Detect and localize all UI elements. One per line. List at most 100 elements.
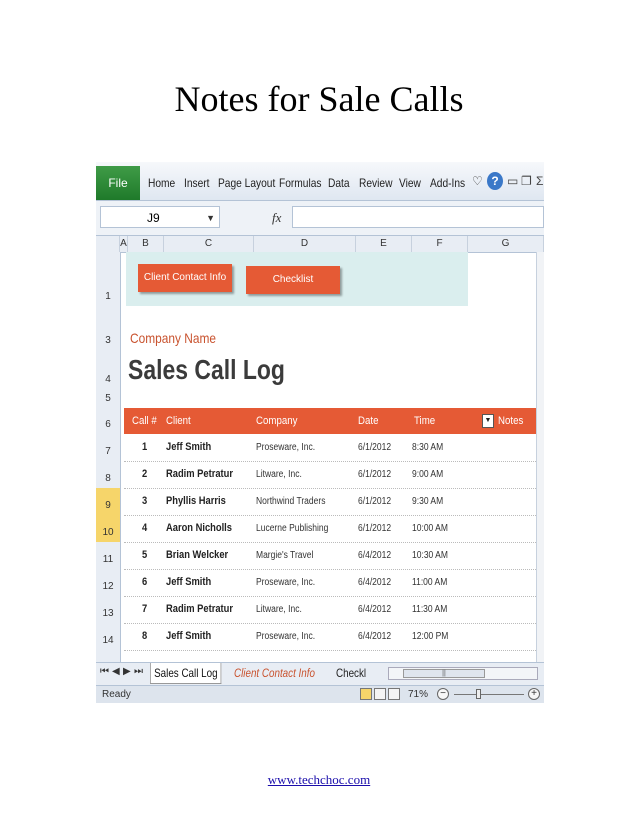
sigma-icon[interactable]: Σ [536,174,543,188]
cell-call[interactable]: 4 [142,515,147,542]
cell-time[interactable]: 11:00 AM [412,569,447,596]
cell-call[interactable]: 6 [142,569,147,596]
sheet-tab-client-contact-info[interactable]: Client Contact Info [234,663,315,683]
cell-call[interactable]: 8 [142,623,147,650]
page-layout-view-icon[interactable] [374,688,386,700]
cell-date[interactable]: 6/4/2012 [358,542,391,569]
select-all-corner[interactable] [96,236,120,252]
cell-call[interactable]: 7 [142,596,147,623]
cell-company[interactable]: Proseware, Inc. [256,623,315,650]
company-name[interactable]: Company Name [130,330,216,346]
tab-view[interactable]: View [399,176,421,190]
next-sheet-icon[interactable]: ▶ [123,666,131,677]
zoom-slider-thumb[interactable] [475,689,481,699]
tab-add-ins[interactable]: Add-Ins [430,176,465,190]
filter-dropdown-icon[interactable]: ▼ [482,414,494,428]
row-header[interactable]: 11 [96,542,120,569]
row-header[interactable]: 12 [96,569,120,596]
row-header-selected[interactable]: 9 [96,488,120,515]
last-sheet-icon[interactable]: ⏭ [134,666,143,677]
fx-icon[interactable]: fx [272,210,281,226]
tab-page-layout[interactable]: Page Layout [218,176,275,190]
footer-link[interactable]: www.techchoc.com [0,772,638,788]
row-header[interactable]: 14 [96,623,120,650]
cell-date[interactable]: 6/4/2012 [358,623,391,650]
tab-insert[interactable]: Insert [184,176,210,190]
cell-company[interactable]: Lucerne Publishing [256,515,328,542]
cell-client[interactable]: Radim Petratur [166,461,233,488]
table-row[interactable]: 6 Jeff Smith Proseware, Inc. 6/4/2012 11… [124,569,540,597]
tab-formulas[interactable]: Formulas [279,176,322,190]
tab-data[interactable]: Data [328,176,350,190]
table-row[interactable]: 4 Aaron Nicholls Lucerne Publishing 6/1/… [124,515,540,543]
table-row[interactable]: 3 Phyllis Harris Northwind Traders 6/1/2… [124,488,540,516]
cell-time[interactable]: 11:30 AM [412,596,447,623]
scroll-thumb[interactable]: || [403,669,485,678]
sheet-tab-sales-call-log[interactable]: Sales Call Log [150,663,222,684]
cell-company[interactable]: Litware, Inc. [256,461,302,488]
cell-date[interactable]: 6/1/2012 [358,434,391,461]
row-header[interactable]: 7 [96,434,120,461]
row-header[interactable]: 1 [96,288,120,306]
cell-company[interactable]: Margie's Travel [256,542,313,569]
cell-client[interactable]: Brian Welcker [166,542,228,569]
cell-time[interactable]: 8:30 AM [412,434,443,461]
vertical-scrollbar[interactable] [536,252,544,662]
column-header-f[interactable]: F [412,236,468,252]
help-icon[interactable]: ? [487,172,503,190]
cell-time[interactable]: 10:30 AM [412,542,448,569]
horizontal-scrollbar[interactable]: || [388,667,538,680]
cell-time[interactable]: 10:00 AM [412,515,448,542]
row-header[interactable]: 8 [96,461,120,488]
table-row[interactable]: 8 Jeff Smith Proseware, Inc. 6/4/2012 12… [124,623,540,651]
table-row[interactable]: 2 Radim Petratur Litware, Inc. 6/1/2012 … [124,461,540,489]
row-header[interactable]: 13 [96,596,120,623]
zoom-slider[interactable] [454,694,524,695]
row-header[interactable]: 5 [96,384,120,406]
name-box[interactable]: J9 ▼ [100,206,220,228]
column-header-c[interactable]: C [164,236,254,252]
cell-company[interactable]: Proseware, Inc. [256,434,315,461]
cell-client[interactable]: Phyllis Harris [166,488,226,515]
cell-call[interactable]: 2 [142,461,147,488]
column-header-e[interactable]: E [356,236,412,252]
zoom-level[interactable]: 71% [408,689,428,700]
header-time[interactable]: Time [414,408,435,434]
row-header[interactable]: 3 [96,316,120,350]
minimize-icon[interactable]: ▭ [507,174,518,188]
row-header[interactable]: 6 [96,406,120,434]
row-header-selected[interactable]: 10 [96,515,120,542]
cell-client[interactable]: Jeff Smith [166,434,211,461]
cell-time[interactable]: 12:00 PM [412,623,448,650]
cell-company[interactable]: Northwind Traders [256,488,325,515]
cell-call[interactable]: 5 [142,542,147,569]
header-client[interactable]: Client [166,408,191,434]
client-contact-info-button[interactable]: Client Contact Info [138,264,232,292]
cell-client[interactable]: Radim Petratur [166,596,233,623]
cell-call[interactable]: 3 [142,488,147,515]
file-tab[interactable]: File [96,166,140,200]
table-row[interactable]: 7 Radim Petratur Litware, Inc. 6/4/2012 … [124,596,540,624]
cell-company[interactable]: Proseware, Inc. [256,569,315,596]
column-header-a[interactable]: A [120,236,128,252]
page-break-view-icon[interactable] [388,688,400,700]
formula-input[interactable] [292,206,544,228]
row-header[interactable]: 4 [96,350,120,385]
tab-review[interactable]: Review [359,176,392,190]
header-call-number[interactable]: Call # [132,408,157,434]
header-company[interactable]: Company [256,408,297,434]
prev-sheet-icon[interactable]: ◀ [112,666,120,677]
restore-icon[interactable]: ❐ [521,174,532,188]
cell-call[interactable]: 1 [142,434,147,461]
column-header-g[interactable]: G [468,236,544,252]
table-row[interactable]: 5 Brian Welcker Margie's Travel 6/4/2012… [124,542,540,570]
dropdown-arrow-icon[interactable]: ▼ [206,207,215,229]
tab-home[interactable]: Home [148,176,175,190]
cell-client[interactable]: Jeff Smith [166,569,211,596]
cell-date[interactable]: 6/4/2012 [358,596,391,623]
cell-date[interactable]: 6/1/2012 [358,515,391,542]
sheet-tab-checklist[interactable]: Checkl [336,663,366,683]
heart-icon[interactable]: ♡ [472,174,483,188]
checklist-button[interactable]: Checklist [246,266,340,294]
cell-time[interactable]: 9:30 AM [412,488,443,515]
